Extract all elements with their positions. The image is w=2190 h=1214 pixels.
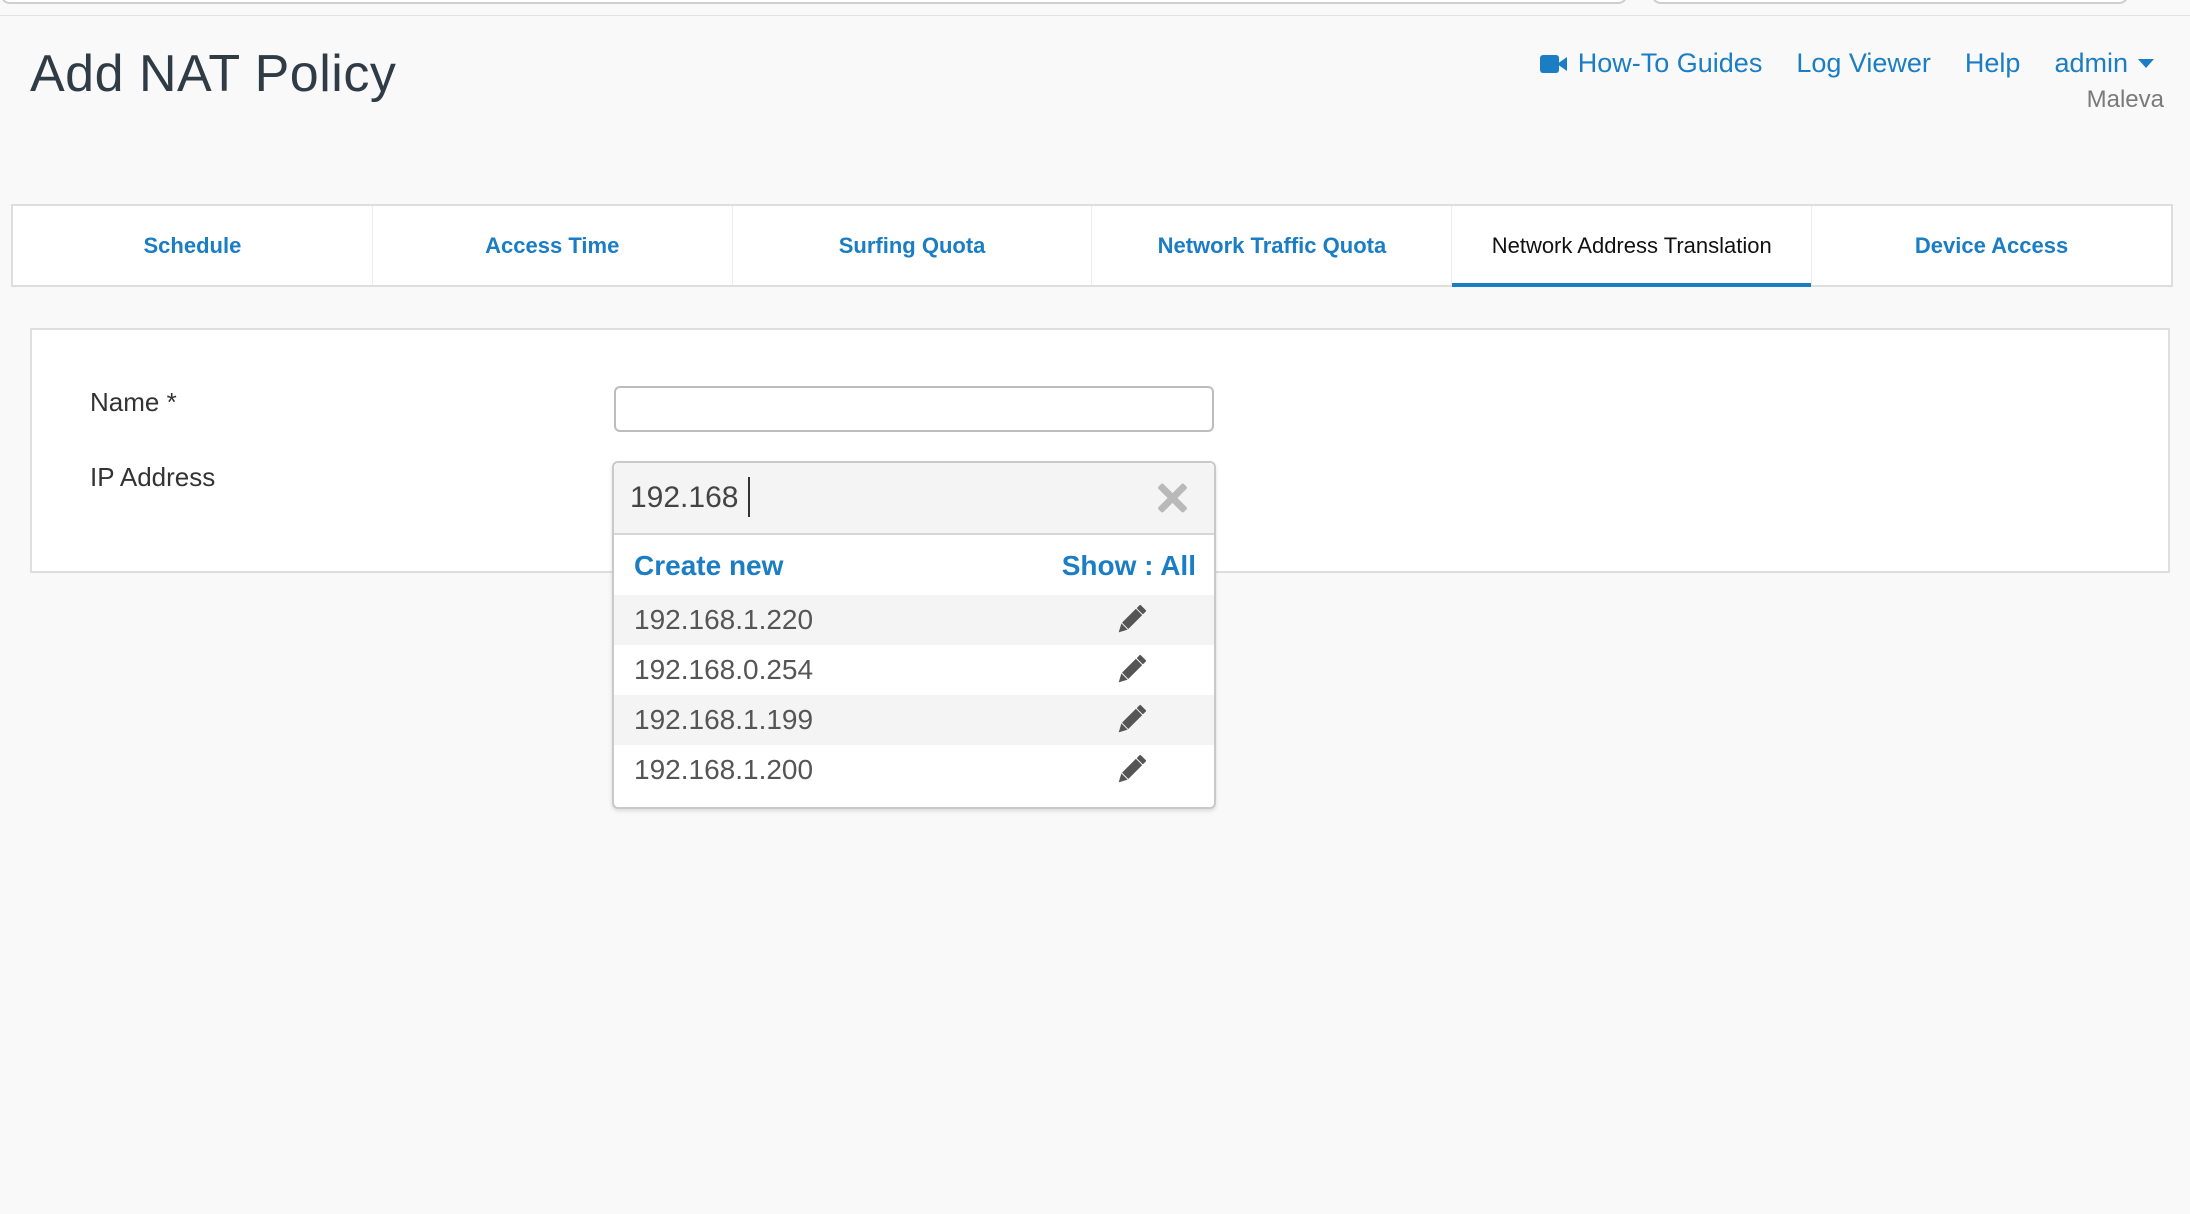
tab-device-access[interactable]: Device Access — [1812, 206, 2171, 285]
ip-address-dropdown: Create new Show : All 192.168.1.220 192.… — [612, 461, 1216, 809]
ip-option-label: 192.168.1.199 — [634, 704, 814, 735]
tab-schedule[interactable]: Schedule — [13, 206, 373, 285]
top-divider — [0, 15, 2190, 16]
list-item[interactable]: 192.168.1.199 — [614, 695, 1214, 745]
ip-search-input[interactable] — [630, 473, 1130, 523]
policy-tabs: Schedule Access Time Surfing Quota Netwo… — [11, 204, 2173, 287]
ip-search-box — [614, 463, 1214, 535]
top-toolbar-right — [1651, 0, 2129, 4]
page-title: Add NAT Policy — [30, 45, 397, 103]
list-item[interactable]: 192.168.1.220 — [614, 595, 1214, 645]
dropdown-actions: Create new Show : All — [614, 535, 1214, 595]
user-name: admin — [2054, 48, 2128, 78]
tab-network-traffic-quota[interactable]: Network Traffic Quota — [1092, 206, 1453, 285]
list-item[interactable]: 192.168.0.254 — [614, 645, 1214, 695]
close-icon[interactable] — [1156, 482, 1188, 514]
tab-access-time[interactable]: Access Time — [373, 206, 733, 285]
show-all-filter[interactable]: Show : All — [1062, 550, 1196, 582]
pencil-icon[interactable] — [1112, 651, 1150, 689]
top-strip — [0, 0, 2190, 16]
ip-address-label: IP Address — [90, 462, 216, 492]
tab-surfing-quota[interactable]: Surfing Quota — [733, 206, 1093, 285]
ip-option-label: 192.168.0.254 — [634, 654, 814, 685]
log-viewer-link[interactable]: Log Viewer — [1796, 48, 1931, 79]
name-label: Name * — [90, 387, 177, 417]
video-camera-icon — [1539, 53, 1568, 75]
user-organization: Maleva — [2086, 86, 2164, 113]
pencil-icon[interactable] — [1112, 601, 1150, 639]
name-input[interactable] — [614, 386, 1214, 432]
tab-network-address-translation[interactable]: Network Address Translation — [1452, 206, 1813, 287]
how-to-guides-label: How-To Guides — [1577, 48, 1763, 78]
create-new-link[interactable]: Create new — [634, 550, 783, 582]
help-link[interactable]: Help — [1965, 48, 2021, 79]
ip-option-label: 192.168.1.200 — [634, 754, 814, 785]
top-toolbar-left — [0, 0, 1628, 4]
header-links: How-To Guides Log Viewer Help admin — [1506, 48, 2154, 79]
text-cursor — [748, 477, 750, 517]
caret-down-icon — [2138, 59, 2154, 68]
pencil-icon[interactable] — [1112, 701, 1150, 739]
ip-option-label: 192.168.1.220 — [634, 604, 814, 635]
pencil-icon[interactable] — [1112, 751, 1150, 789]
list-item[interactable]: 192.168.1.200 — [614, 745, 1214, 795]
how-to-guides-link[interactable]: How-To Guides — [1539, 48, 1763, 79]
user-menu[interactable]: admin — [2054, 48, 2154, 79]
ip-options-list: 192.168.1.220 192.168.0.254 192.168.1.19… — [614, 595, 1214, 795]
